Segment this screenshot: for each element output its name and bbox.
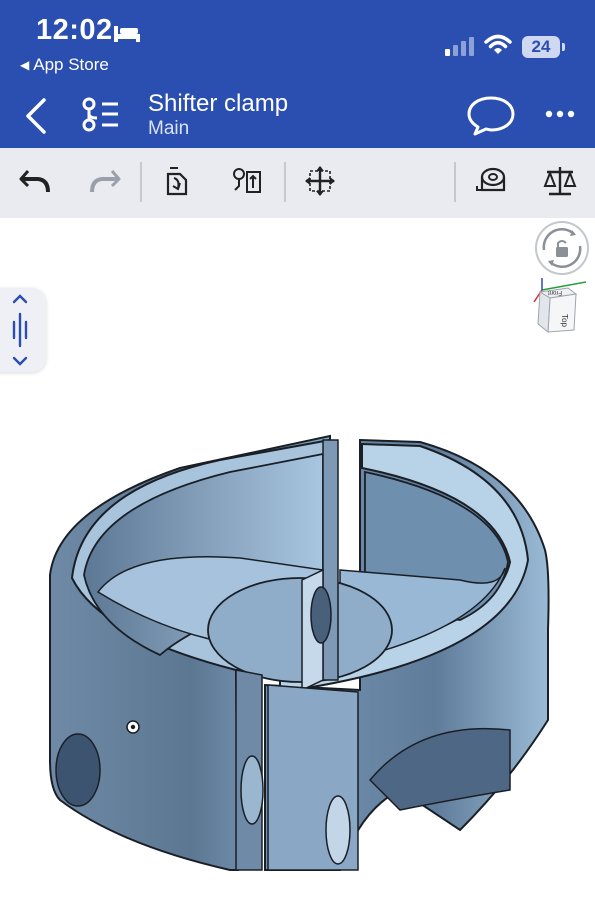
- document-title[interactable]: Shifter clamp: [148, 90, 288, 118]
- toolbar-separator: [140, 162, 142, 202]
- more-icon[interactable]: [544, 108, 576, 120]
- chevron-left-icon[interactable]: [22, 96, 50, 136]
- bed-icon: [114, 26, 140, 42]
- measure-icon[interactable]: [473, 164, 507, 198]
- status-time: 12:02: [36, 14, 113, 46]
- back-app-label: App Store: [33, 55, 109, 74]
- view-cube-top-label: Top: [560, 314, 569, 327]
- battery-icon: 24: [522, 36, 560, 58]
- back-triangle-icon: ◀: [20, 58, 30, 72]
- view-cube-front-label: Front: [548, 289, 562, 295]
- mate-icon[interactable]: [230, 164, 264, 198]
- redo-icon[interactable]: [88, 164, 122, 198]
- battery-tip: [562, 43, 565, 51]
- expand-collapse-icon: [12, 294, 28, 366]
- shifter-clamp-3d-model[interactable]: [40, 430, 560, 890]
- view-cube[interactable]: Top Front: [528, 278, 592, 336]
- signal-icon: [445, 37, 474, 56]
- view-rotation-lock-icon[interactable]: [534, 220, 590, 276]
- part-studio-icon[interactable]: [160, 164, 194, 198]
- branch-name: Main: [148, 118, 190, 139]
- feature-list-handle[interactable]: [0, 288, 46, 372]
- transform-icon[interactable]: [303, 164, 337, 198]
- toolbar: [0, 148, 595, 218]
- wifi-icon: [484, 34, 512, 54]
- toolbar-separator: [454, 162, 456, 202]
- undo-icon[interactable]: [18, 164, 52, 198]
- toolbar-separator: [284, 162, 286, 202]
- back-to-app-store[interactable]: ◀ App Store: [20, 55, 109, 75]
- mass-properties-icon[interactable]: [543, 164, 577, 198]
- document-header: Shifter clamp Main: [0, 88, 595, 148]
- comment-icon[interactable]: [466, 94, 516, 136]
- status-bar: 12:02 ◀ App Store 24: [0, 0, 595, 88]
- feature-tree-icon[interactable]: [80, 96, 120, 134]
